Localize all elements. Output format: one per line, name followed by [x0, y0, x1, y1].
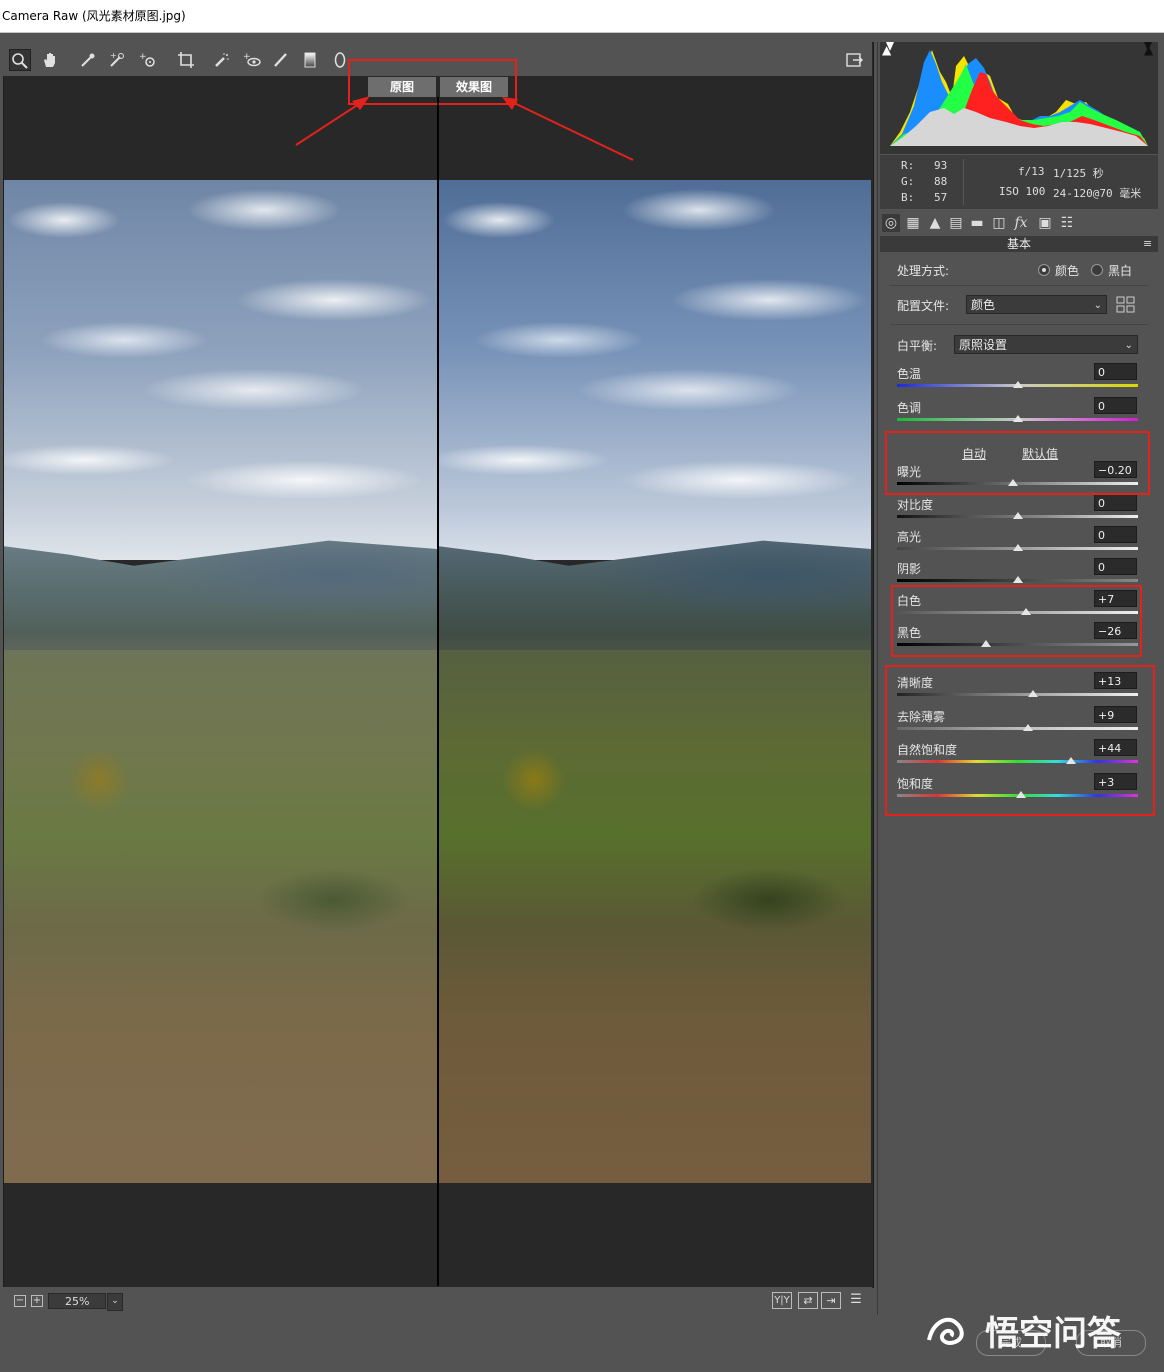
copy-settings-icon[interactable]: ⇥ — [821, 1292, 841, 1309]
profile-select[interactable]: 颜色 ⌄ — [966, 295, 1107, 314]
zoom-level-value: 25% — [65, 1295, 90, 1308]
r-value: 93 — [934, 159, 948, 172]
slider-value-input[interactable]: 0 — [1094, 526, 1137, 543]
slider-thumb[interactable] — [1012, 381, 1023, 388]
treatment-bw-radio[interactable] — [1091, 264, 1103, 276]
b-value: 57 — [934, 191, 948, 204]
profile-value: 颜色 — [971, 298, 996, 312]
profile-label: 配置文件: — [897, 299, 950, 313]
b-label: B: — [901, 191, 915, 204]
camera-calibration-tab-icon[interactable]: ▣ — [1036, 214, 1054, 232]
g-label: G: — [901, 175, 915, 188]
slider-label: 色温 — [897, 367, 922, 381]
aperture: f/13 — [1018, 165, 1045, 178]
zoom-level-select[interactable]: 25%⌄ — [48, 1293, 119, 1309]
slider-thumb[interactable] — [1012, 415, 1023, 422]
treatment-bw-label: 黑白 — [1108, 264, 1133, 278]
slider-label: 高光 — [897, 530, 922, 544]
before-image — [4, 180, 437, 1183]
highlight-clipping-icon[interactable]: ▲ — [1144, 44, 1156, 56]
watermark-logo-icon — [925, 1310, 971, 1350]
r-label: R: — [901, 159, 915, 172]
chevron-down-icon: ⌄ — [1124, 340, 1133, 351]
panel-tabs: ◎ ▦ ▲ ▤ ▬ ◫ fx ▣ ☷ — [880, 211, 1158, 235]
slider-label: 色调 — [897, 401, 922, 415]
graduated-filter-icon[interactable] — [299, 49, 321, 71]
panel-menu-icon[interactable]: ≡ — [1143, 237, 1152, 250]
treatment-label: 处理方式: — [897, 264, 950, 278]
shutter-speed: 1/125 秒 — [1053, 167, 1104, 180]
chevron-down-icon: ⌄ — [1093, 300, 1102, 311]
svg-text:+: + — [243, 52, 251, 62]
zoom-icon[interactable] — [9, 49, 31, 71]
treatment-color-radio[interactable] — [1038, 264, 1050, 276]
detail-tab-icon[interactable]: ▲ — [926, 214, 944, 232]
white-balance-icon[interactable] — [77, 49, 99, 71]
slider-label: 对比度 — [897, 498, 934, 512]
hand-icon[interactable] — [39, 49, 61, 71]
profile-browser-icon[interactable] — [1116, 296, 1136, 314]
treatment-color-label: 颜色 — [1055, 264, 1080, 278]
whites-blacks-highlight-box — [891, 585, 1142, 657]
adjustment-brush-icon[interactable] — [269, 49, 291, 71]
g-value: 88 — [934, 175, 948, 188]
status-bar: − + 25%⌄ ⌄ Y|Y ⇄ ⇥ ☰ — [3, 1287, 872, 1315]
lens: 24-120@70 毫米 — [1053, 187, 1142, 200]
slider-value-input[interactable]: 0 — [1094, 558, 1137, 575]
histogram — [880, 42, 1158, 154]
open-dialog-icon[interactable] — [843, 49, 865, 71]
hsl-tab-icon[interactable]: ▤ — [947, 214, 965, 232]
slider-label: 阴影 — [897, 562, 922, 576]
window-title: Camera Raw (风光素材原图.jpg) — [0, 0, 1164, 33]
zoom-out-icon[interactable]: − — [14, 1295, 26, 1307]
after-image — [439, 180, 871, 1183]
slider-thumb[interactable] — [1012, 512, 1023, 519]
lens-corrections-tab-icon[interactable]: ◫ — [990, 214, 1008, 232]
wb-value: 原照设置 — [959, 338, 1008, 352]
split-toning-tab-icon[interactable]: ▬ — [968, 214, 986, 232]
preview-preferences-icon[interactable]: ☰ — [846, 1292, 866, 1309]
slider-value-input[interactable]: 0 — [1094, 363, 1137, 380]
presence-highlight-box — [885, 665, 1155, 816]
annotation-arrows — [295, 96, 634, 161]
svg-text:+: + — [139, 52, 147, 62]
spot-removal-icon[interactable] — [211, 49, 233, 71]
slider-value-input[interactable]: 0 — [1094, 397, 1137, 414]
basic-tab-icon[interactable]: ◎ — [882, 214, 900, 232]
before-after-view-icon[interactable]: Y|Y — [772, 1292, 792, 1309]
wb-label: 白平衡: — [897, 339, 938, 353]
panel-section-title: 基本 — [880, 236, 1158, 252]
targeted-adjust-icon[interactable]: + — [137, 49, 159, 71]
swap-settings-icon[interactable]: ⇄ — [798, 1292, 818, 1309]
iso: ISO 100 — [999, 185, 1046, 198]
zoom-dropdown-button[interactable]: ⌄ — [107, 1293, 123, 1311]
effects-tab-icon[interactable]: fx — [1012, 214, 1030, 232]
presets-tab-icon[interactable]: ☷ — [1058, 214, 1076, 232]
image-info: R: 93 G: 88 B: 57 f/13 1/125 秒 ISO 100 2… — [880, 155, 1158, 209]
zoom-in-icon[interactable]: + — [31, 1295, 43, 1307]
shadow-clipping-icon[interactable]: ▲ — [882, 44, 894, 56]
watermark-text: 悟空问答 — [985, 1314, 1121, 1354]
red-eye-icon[interactable]: + — [241, 49, 263, 71]
slider-value-input[interactable]: 0 — [1094, 494, 1137, 511]
crop-icon[interactable] — [175, 49, 197, 71]
wb-select[interactable]: 原照设置 ⌄ — [954, 335, 1138, 354]
color-sampler-icon[interactable]: + — [106, 49, 128, 71]
exposure-highlight-box — [885, 431, 1150, 495]
slider-thumb[interactable] — [1012, 576, 1023, 583]
slider-thumb[interactable] — [1012, 544, 1023, 551]
svg-text:+: + — [110, 51, 117, 60]
tone-curve-tab-icon[interactable]: ▦ — [904, 214, 922, 232]
